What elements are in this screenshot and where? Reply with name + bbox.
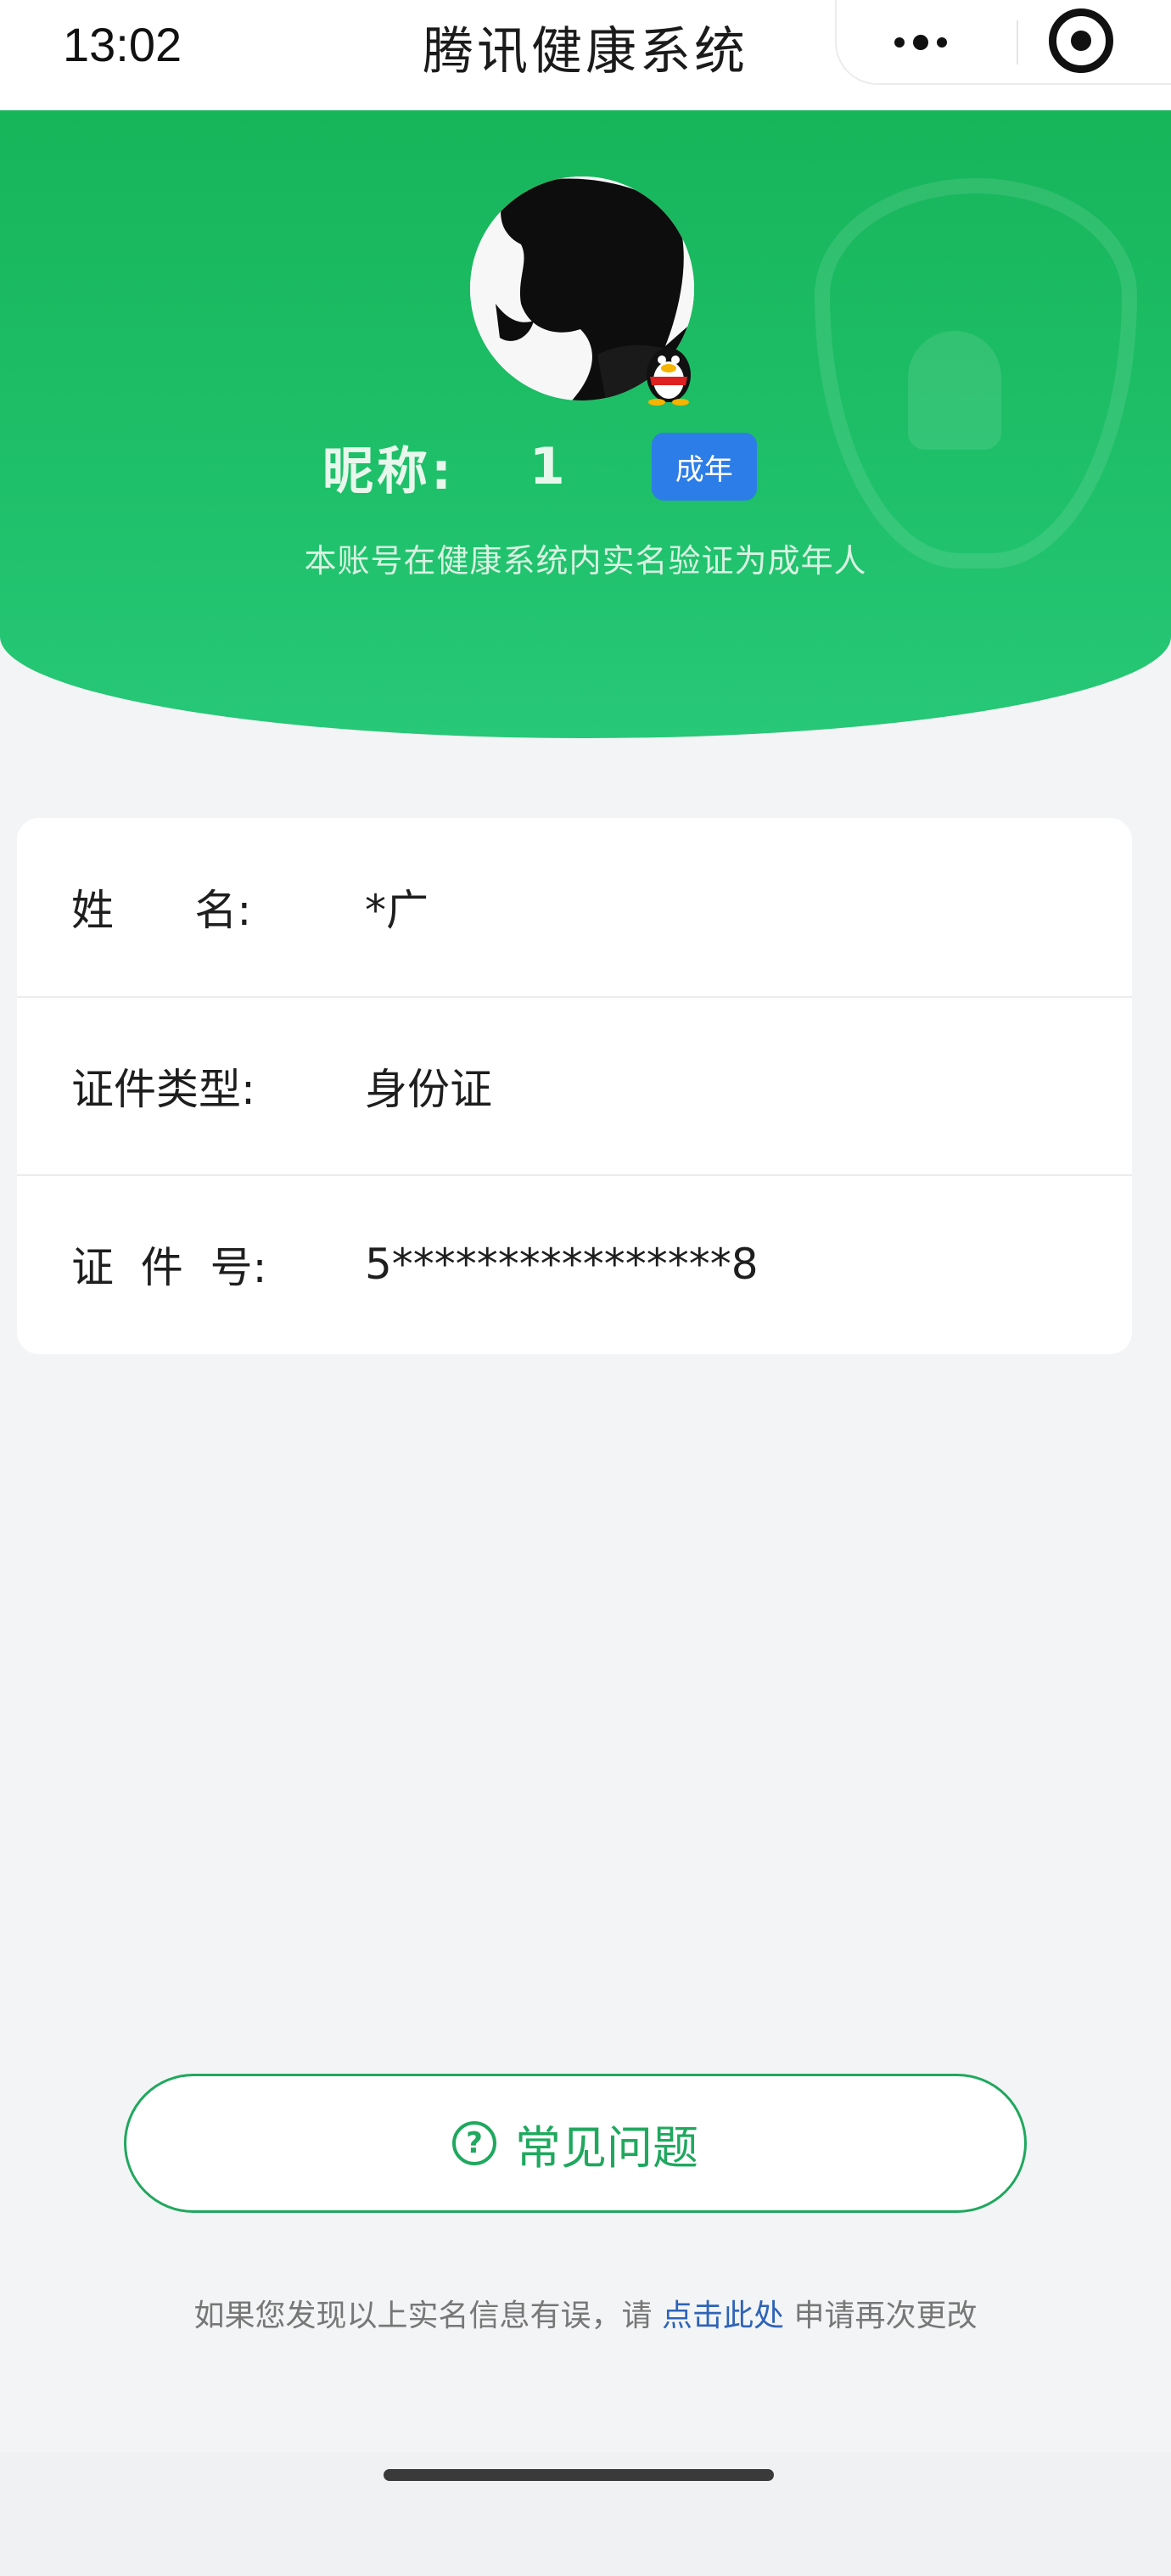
home-indicator[interactable]	[384, 2469, 774, 2481]
qq-penguin-icon	[638, 338, 699, 406]
info-row-id-type: 证件类型: 身份证	[17, 996, 1132, 1174]
verify-note: 本账号在健康系统内实名验证为成年人	[304, 542, 867, 580]
id-type-label: 证件类型:	[71, 1065, 255, 1114]
click-here-link[interactable]: 点击此处	[662, 2299, 784, 2333]
shield-user-icon	[908, 331, 1001, 450]
faq-button[interactable]: ? 常见问题	[124, 2074, 1027, 2213]
target-close-icon[interactable]	[1049, 8, 1113, 73]
profile-header: 昵称: 1 成年 本账号在健康系统内实名验证为成年人	[0, 110, 1171, 738]
capsule-divider	[1017, 20, 1018, 64]
question-circle-icon: ?	[452, 2121, 496, 2165]
identity-card: 姓 名: *广 证件类型: 身份证 证 件 号: 5**************…	[17, 818, 1132, 1354]
id-number-label: 证 件 号:	[71, 1243, 267, 1292]
id-type-value: 身份证	[365, 1065, 492, 1114]
name-label: 姓 名:	[71, 886, 252, 935]
info-row-name: 姓 名: *广	[17, 818, 1132, 996]
correction-note-suffix: 申请再次更改	[784, 2299, 978, 2333]
top-bar: 13:02 腾讯健康系统	[0, 0, 1171, 110]
nickname-value: 1	[529, 437, 565, 496]
faq-label: 常见问题	[515, 2120, 698, 2175]
adult-badge: 成年	[651, 433, 757, 501]
info-row-id-number: 证 件 号: 5****************8	[17, 1174, 1132, 1352]
more-dots-icon[interactable]	[874, 25, 967, 59]
correction-note-prefix: 如果您发现以上实名信息有误，请	[193, 2299, 662, 2333]
id-number-value: 5****************8	[365, 1240, 759, 1289]
page: 13:02 腾讯健康系统 昵称: 1 成年 本账号在健康系统内实名验证为成年人 …	[0, 0, 1171, 2576]
nickname-row: 昵称: 1 成年	[322, 424, 757, 509]
name-value: *广	[365, 886, 429, 935]
correction-note: 如果您发现以上实名信息有误，请 点击此处 申请再次更改	[0, 2291, 1171, 2335]
nickname-label: 昵称:	[322, 441, 455, 501]
